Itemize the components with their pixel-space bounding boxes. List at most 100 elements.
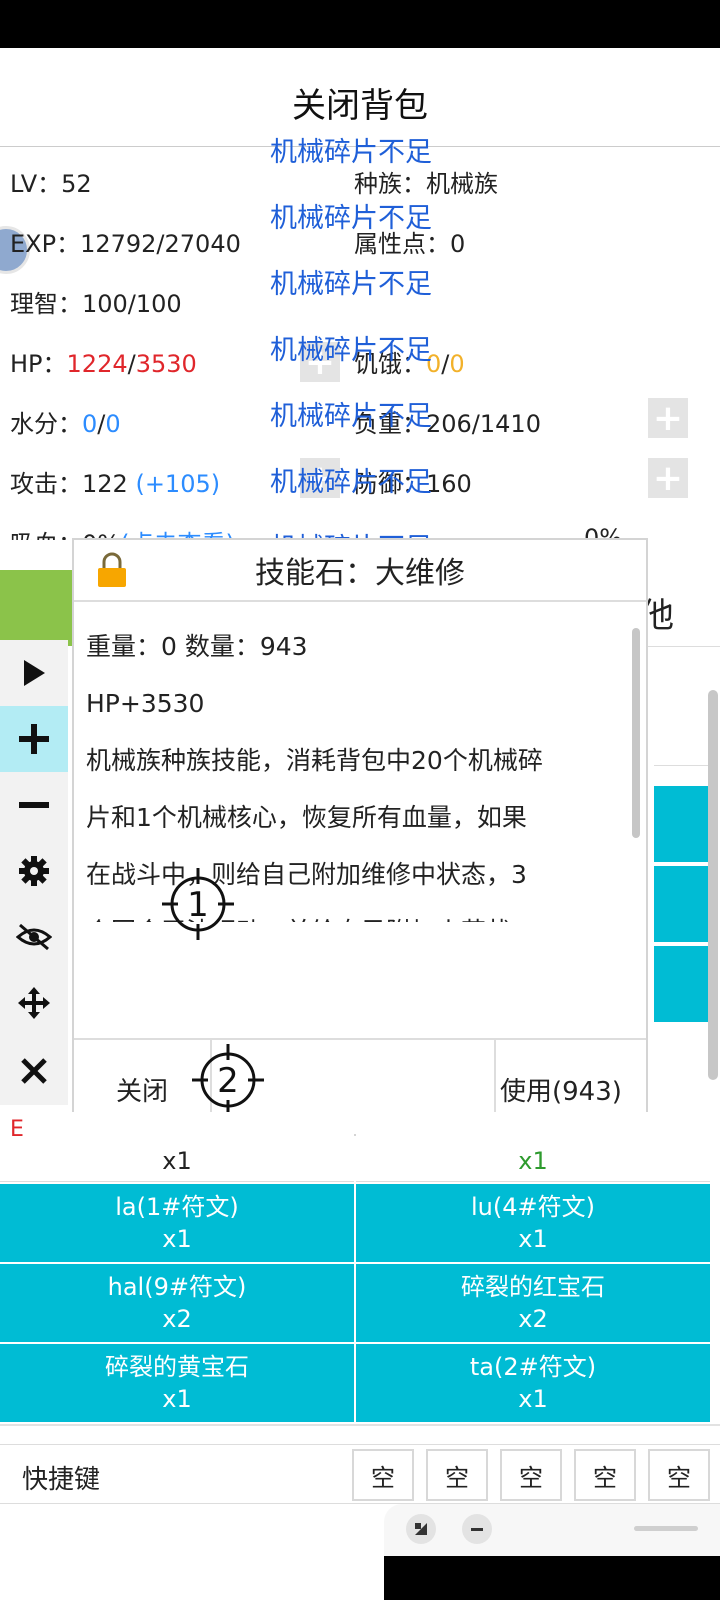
use-label: 使用(943)	[500, 1076, 622, 1107]
inventory-item[interactable]: lu(4#符文) x1	[356, 1184, 710, 1262]
close-label: 关闭	[116, 1076, 169, 1107]
move-button[interactable]	[0, 970, 68, 1036]
plus-icon: +	[652, 457, 684, 499]
stat-label: 种族：	[354, 170, 426, 198]
eye-off-icon	[16, 923, 52, 951]
stat-exp: EXP：12792/27040	[10, 224, 241, 259]
hp-current: 1224	[66, 350, 128, 378]
zoom-out-button[interactable]	[0, 772, 68, 838]
stat-value: 122	[82, 470, 128, 498]
inventory-item[interactable]: 碎裂的红宝石 x2	[356, 1264, 710, 1342]
inventory-item[interactable]: E x1	[0, 1112, 354, 1182]
dialog-header: 技能石：大维修	[74, 540, 646, 602]
stat-value: 100/100	[82, 290, 182, 318]
quick-slot[interactable]: 空	[500, 1449, 562, 1501]
item-quantity: x1	[518, 1147, 548, 1175]
add-load-button[interactable]: +	[648, 398, 688, 439]
item-weight-count: 重量：0 数量：943	[86, 632, 308, 661]
quick-slot[interactable]: 空	[574, 1449, 636, 1501]
quickbar-label: 快捷键	[22, 1465, 101, 1495]
close-bag-button[interactable]: 关闭背包	[0, 72, 720, 132]
item-name: ta(2#符文)	[469, 1353, 597, 1381]
item-detail-dialog: 技能石：大维修 重量：0 数量：943 HP+3530 机械族种族技能，消耗背包…	[72, 538, 648, 1138]
item-quantity: x2	[162, 1305, 192, 1333]
float-message: 机械碎片不足	[270, 467, 432, 498]
stat-water: 水分：0/0	[10, 404, 121, 439]
hp-max: 3530	[135, 350, 197, 378]
list-scrollbar[interactable]	[708, 690, 718, 1080]
target-marker-1: 1	[162, 868, 234, 940]
stat-value: 12792/27040	[80, 230, 241, 258]
item-quantity: x1	[162, 1385, 192, 1413]
play-button[interactable]	[0, 640, 68, 706]
item-description-line: 片和1个机械核心，恢复所有血量，如果	[86, 803, 527, 832]
stat-attack: 攻击：122 (+105)	[10, 464, 220, 499]
floating-window-content	[384, 1556, 720, 1600]
marker-label: 1	[187, 885, 209, 925]
stat-value: 160	[426, 470, 472, 498]
item-quantity: x2	[518, 1305, 548, 1333]
stat-race: 种族：机械族	[354, 164, 498, 199]
stat-value: 机械族	[426, 170, 498, 198]
minus-icon	[19, 802, 49, 808]
status-bar	[0, 0, 720, 48]
stat-level: LV：52	[10, 164, 92, 199]
tab-all[interactable]	[0, 570, 80, 646]
zoom-in-button[interactable]	[0, 706, 68, 772]
inventory-item[interactable]: la(1#符文) x1	[0, 1184, 354, 1262]
stat-hp: HP：1224/3530	[10, 344, 197, 379]
item-name: la(1#符文)	[115, 1193, 239, 1221]
side-toolbar	[0, 640, 68, 1105]
stat-label: 攻击：	[10, 470, 82, 498]
item-name: 碎裂的黄宝石	[105, 1353, 249, 1381]
minimize-window-button[interactable]	[462, 1514, 492, 1544]
resize-window-button[interactable]	[406, 1514, 436, 1544]
gear-icon	[19, 856, 49, 886]
quick-slot[interactable]: 空	[426, 1449, 488, 1501]
item-description-line: 机械族种族技能，消耗背包中20个机械碎	[86, 746, 543, 775]
play-icon	[24, 660, 45, 686]
item-effect: HP+3530	[86, 689, 205, 718]
item-name: lu(4#符文)	[471, 1193, 595, 1221]
grid-cell[interactable]	[654, 690, 710, 766]
marker-label: 2	[217, 1061, 239, 1101]
minus-icon	[471, 1528, 483, 1531]
stat-sanity: 理智：100/100	[10, 284, 182, 319]
float-message: 机械碎片不足	[270, 137, 432, 168]
inventory-item[interactable]: hal(9#符文) x2	[0, 1264, 354, 1342]
quick-slot[interactable]: 空	[352, 1449, 414, 1501]
inventory-item[interactable]: x1	[356, 1112, 710, 1182]
stat-label: 理智：	[10, 290, 82, 318]
settings-button[interactable]	[0, 838, 68, 904]
float-message: 机械碎片不足	[270, 269, 432, 300]
grid-cell[interactable]	[654, 946, 710, 1022]
item-tag: E	[10, 1117, 24, 1142]
move-icon	[18, 987, 50, 1019]
close-icon	[21, 1058, 47, 1084]
close-button[interactable]	[0, 1038, 68, 1104]
water-max: 0	[105, 410, 121, 438]
quick-slot-bar: 快捷键 空 空 空 空 空	[0, 1444, 720, 1504]
stat-value: 52	[61, 170, 92, 198]
float-message: 机械碎片不足	[270, 203, 432, 234]
stat-separator: /	[127, 350, 136, 378]
lock-icon[interactable]	[96, 552, 128, 588]
target-marker-2: 2	[192, 1044, 264, 1116]
resize-icon	[415, 1523, 427, 1535]
drag-handle[interactable]	[634, 1526, 698, 1531]
grid-cell[interactable]	[654, 786, 710, 862]
stat-label: 水分：	[10, 410, 82, 438]
stat-label: EXP：	[10, 230, 81, 258]
add-defense-button[interactable]: +	[648, 457, 688, 499]
hunger-max: 0	[449, 350, 465, 378]
attack-bonus: (+105)	[135, 470, 221, 498]
float-message: 机械碎片不足	[270, 401, 432, 432]
grid-cell[interactable]	[654, 866, 710, 942]
float-message: 机械碎片不足	[270, 335, 432, 366]
quick-slot[interactable]: 空	[648, 1449, 710, 1501]
inventory-item[interactable]: ta(2#符文) x1	[356, 1344, 710, 1422]
dialog-scrollbar[interactable]	[632, 628, 640, 838]
hide-button[interactable]	[0, 904, 68, 970]
inventory-item[interactable]: 碎裂的黄宝石 x1	[0, 1344, 354, 1422]
item-quantity: x1	[162, 1225, 192, 1253]
